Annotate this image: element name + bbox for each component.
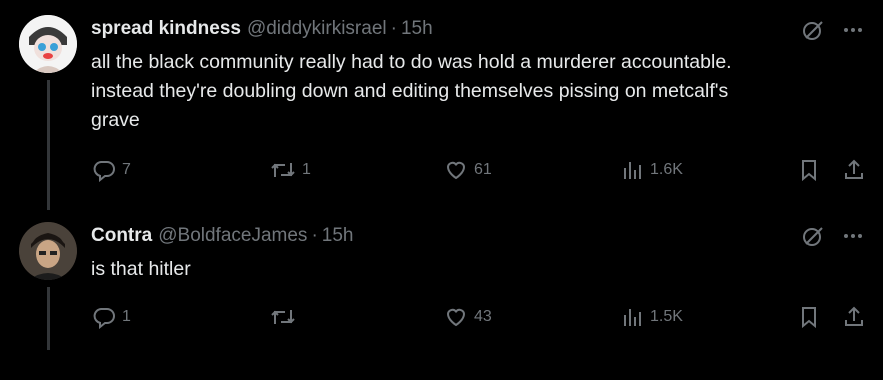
views-count: 1.6K [650,161,683,178]
more-icon[interactable] [843,233,863,239]
reply-button[interactable]: 1 [92,305,131,329]
share-button[interactable] [842,305,866,329]
tweet-actions: 7 1 61 1.6K [0,158,883,186]
tweet-text: all the black community really had to do… [91,48,871,135]
reply-count: 1 [122,308,131,325]
more-icon[interactable] [843,27,863,33]
grok-icon[interactable] [801,18,825,42]
share-icon [845,306,863,326]
like-button[interactable]: 43 [444,305,492,329]
tweet-header: Contra @BoldfaceJames · 15h [91,225,353,380]
timestamp[interactable]: 15h [322,225,354,247]
grok-icon[interactable] [801,224,825,248]
views-icon [624,309,641,326]
separator: · [311,225,318,246]
reply-count: 7 [122,161,131,178]
bookmark-icon [802,307,816,329]
separator: · [390,18,397,39]
bookmark-button[interactable] [797,305,821,329]
tweet-text-line: instead they're doubling down and editin… [91,80,729,102]
tweet-actions: 1 43 1.5K [0,305,883,333]
avatar[interactable] [19,222,77,280]
like-count: 43 [474,308,492,325]
tweet-text-line: grave [91,109,140,131]
like-count: 61 [474,161,492,178]
handle[interactable]: @BoldfaceJames [158,225,307,247]
bookmark-icon [802,160,816,182]
avatar[interactable] [19,15,77,73]
reply-icon [93,161,115,182]
tweet-text: is that hitler [91,255,871,284]
like-icon [446,308,466,327]
bookmark-button[interactable] [797,158,821,182]
repost-count: 1 [302,161,311,178]
views-icon [624,162,641,179]
tweet-text-line: all the black community really had to do… [91,51,732,73]
reply-button[interactable]: 7 [92,158,131,182]
like-button[interactable]: 61 [444,158,492,182]
timestamp[interactable]: 15h [401,18,433,40]
display-name[interactable]: spread kindness [91,18,241,40]
display-name[interactable]: Contra [91,225,152,247]
repost-button[interactable]: 1 [270,158,311,182]
tweet-text-line: is that hitler [91,258,191,280]
repost-button[interactable] [270,305,302,329]
views-count: 1.5K [650,308,683,325]
views-button[interactable]: 1.6K [620,158,683,182]
like-icon [446,161,466,180]
reply-icon [93,308,115,329]
repost-icon [271,163,295,177]
repost-icon [271,310,295,324]
views-button[interactable]: 1.5K [620,305,683,329]
handle[interactable]: @diddykirkisrael [247,18,387,40]
share-button[interactable] [842,158,866,182]
share-icon [845,159,863,179]
